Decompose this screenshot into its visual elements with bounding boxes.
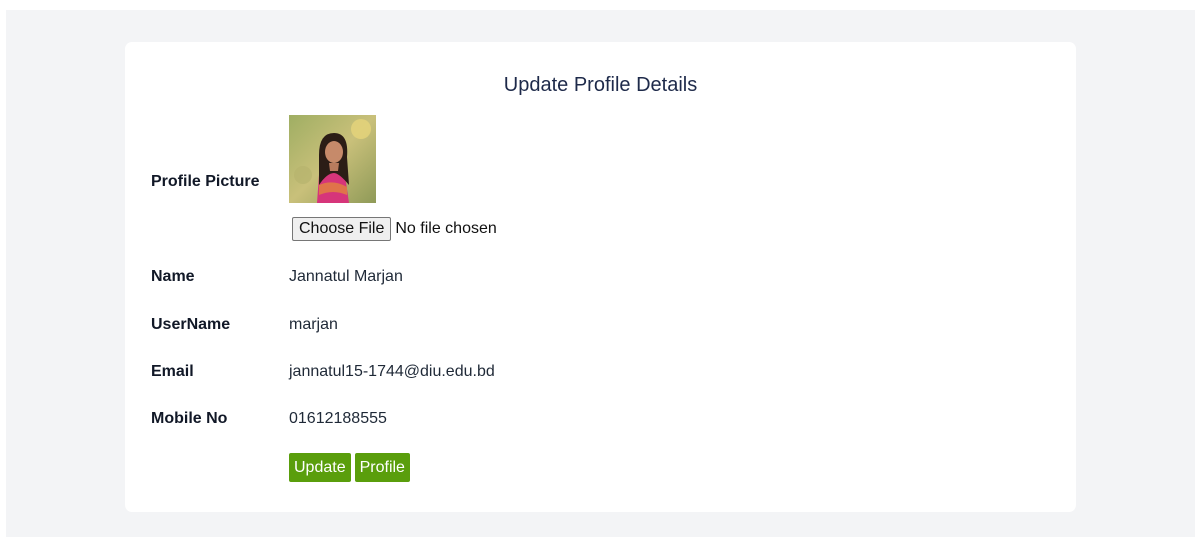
avatar-image xyxy=(289,115,376,203)
page-title: Update Profile Details xyxy=(503,74,698,96)
action-buttons: Update Profile xyxy=(289,453,410,482)
name-value: Jannatul Marjan xyxy=(289,268,403,285)
file-status-text: No file chosen xyxy=(395,220,497,237)
profile-avatar xyxy=(289,115,376,203)
email-label: Email xyxy=(151,363,194,380)
profile-card: Update Profile Details Profile Picture C… xyxy=(125,42,1076,512)
profile-picture-label: Profile Picture xyxy=(151,173,260,190)
mobile-value: 01612188555 xyxy=(289,410,387,427)
name-label: Name xyxy=(151,268,195,285)
username-label: UserName xyxy=(151,316,231,333)
email-value: jannatul15-1744@diu.edu.bd xyxy=(289,363,495,380)
choose-file-button[interactable]: Choose File xyxy=(292,217,392,241)
profile-button[interactable]: Profile xyxy=(354,453,410,482)
mobile-label: Mobile No xyxy=(151,410,228,427)
username-value: marjan xyxy=(289,316,338,333)
profile-picture-file-input[interactable]: Choose File No file chosen xyxy=(292,217,497,241)
update-button[interactable]: Update xyxy=(289,453,351,482)
